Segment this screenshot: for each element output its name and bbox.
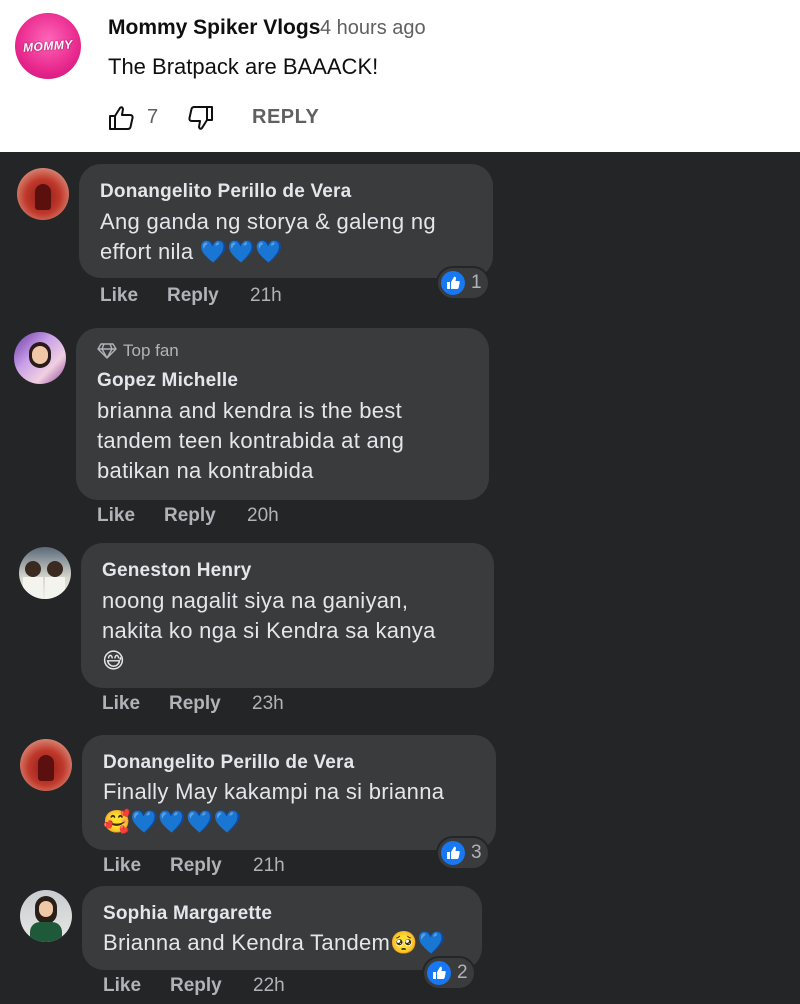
comment-text: Finally May kakampi na si brianna 🥰💙💙💙💙 bbox=[103, 777, 444, 837]
thumbs-down-icon[interactable] bbox=[186, 105, 214, 131]
comment-text: Brianna and Kendra Tandem🥺💙 bbox=[103, 928, 446, 958]
grinning-sweat-emoji-icon: 😅 bbox=[102, 648, 126, 673]
like-button[interactable]: Like bbox=[102, 693, 140, 715]
like-count: 7 bbox=[147, 106, 159, 128]
like-button[interactable]: Like bbox=[103, 975, 141, 997]
reply-button[interactable]: Reply bbox=[164, 505, 216, 527]
diamond-icon bbox=[97, 343, 117, 359]
top-fan-badge: Top fan bbox=[97, 341, 179, 361]
like-button[interactable]: Like bbox=[100, 285, 138, 307]
mommy-spiker-logo-icon: MOMMY bbox=[22, 37, 74, 55]
reaction-count[interactable]: 1 bbox=[438, 268, 488, 298]
comment-author[interactable]: Donangelito Perillo de Vera bbox=[100, 181, 351, 203]
comment-author[interactable]: Donangelito Perillo de Vera bbox=[103, 752, 354, 774]
like-reaction-icon bbox=[441, 841, 465, 865]
comment-text: The Bratpack are BAAACK! bbox=[108, 54, 379, 79]
like-button[interactable]: Like bbox=[103, 855, 141, 877]
comment-time[interactable]: 22h bbox=[253, 975, 285, 997]
channel-avatar[interactable]: MOMMY bbox=[15, 13, 81, 79]
avatar[interactable] bbox=[17, 168, 69, 220]
comment-time[interactable]: 23h bbox=[252, 693, 284, 715]
comment-author[interactable]: Sophia Margarette bbox=[103, 903, 272, 925]
comment-time[interactable]: 4 hours ago bbox=[320, 17, 426, 40]
reaction-count[interactable]: 2 bbox=[424, 958, 474, 988]
like-button[interactable]: Like bbox=[97, 505, 135, 527]
avatar[interactable] bbox=[20, 890, 72, 942]
reply-button[interactable]: Reply bbox=[170, 975, 222, 997]
avatar[interactable] bbox=[14, 332, 66, 384]
comment-author[interactable]: Mommy Spiker Vlogs bbox=[108, 16, 320, 40]
like-reaction-icon bbox=[441, 271, 465, 295]
reply-button[interactable]: Reply bbox=[170, 855, 222, 877]
youtube-comment: MOMMY Mommy Spiker Vlogs 4 hours ago The… bbox=[0, 0, 800, 152]
reply-button[interactable]: Reply bbox=[169, 693, 221, 715]
reply-button[interactable]: Reply bbox=[167, 285, 219, 307]
reply-button[interactable]: REPLY bbox=[252, 106, 319, 129]
comment-text: Ang ganda ng storya & galeng ng effort n… bbox=[100, 207, 436, 267]
comment-author[interactable]: Geneston Henry bbox=[102, 560, 252, 582]
comment-text: brianna and kendra is the best tandem te… bbox=[97, 398, 405, 483]
smiling-hearts-blue-heart-emoji-icon: 🥰💙💙💙💙 bbox=[103, 809, 242, 834]
comment-time[interactable]: 21h bbox=[253, 855, 285, 877]
reaction-count[interactable]: 3 bbox=[438, 838, 488, 868]
avatar[interactable] bbox=[19, 547, 71, 599]
comment-time[interactable]: 20h bbox=[247, 505, 279, 527]
like-reaction-icon bbox=[427, 961, 451, 985]
comment-text: noong nagalit siya na ganiyan, nakita ko… bbox=[102, 588, 436, 673]
comment-author[interactable]: Gopez Michelle bbox=[97, 370, 238, 392]
avatar[interactable] bbox=[20, 739, 72, 791]
blue-heart-emoji-icon: 💙💙💙 bbox=[199, 239, 283, 264]
pleading-face-blue-heart-emoji-icon: 🥺💙 bbox=[390, 930, 446, 955]
thumbs-up-icon[interactable] bbox=[108, 105, 136, 131]
comment-time[interactable]: 21h bbox=[250, 285, 282, 307]
